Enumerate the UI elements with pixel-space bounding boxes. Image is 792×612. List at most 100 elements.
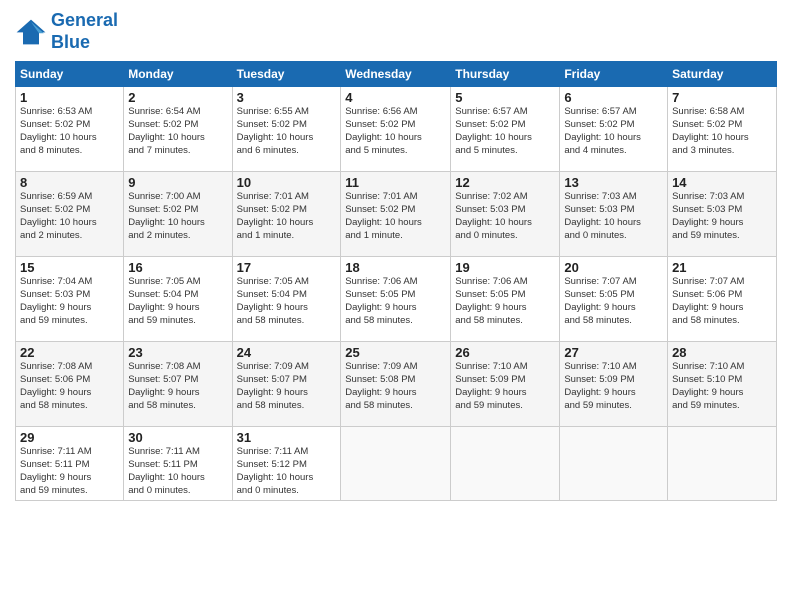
day-info: Sunrise: 7:02 AM Sunset: 5:03 PM Dayligh… [455,191,555,242]
day-number: 30 [128,430,227,445]
day-cell: 23Sunrise: 7:08 AM Sunset: 5:07 PM Dayli… [124,342,232,427]
weekday-saturday: Saturday [668,62,777,87]
day-info: Sunrise: 6:54 AM Sunset: 5:02 PM Dayligh… [128,106,227,157]
day-cell: 4Sunrise: 6:56 AM Sunset: 5:02 PM Daylig… [341,87,451,172]
day-info: Sunrise: 7:06 AM Sunset: 5:05 PM Dayligh… [345,276,446,327]
day-cell: 12Sunrise: 7:02 AM Sunset: 5:03 PM Dayli… [451,172,560,257]
day-number: 18 [345,260,446,275]
day-cell: 15Sunrise: 7:04 AM Sunset: 5:03 PM Dayli… [16,257,124,342]
day-cell: 22Sunrise: 7:08 AM Sunset: 5:06 PM Dayli… [16,342,124,427]
day-info: Sunrise: 6:53 AM Sunset: 5:02 PM Dayligh… [20,106,119,157]
day-number: 4 [345,90,446,105]
day-number: 3 [237,90,337,105]
weekday-friday: Friday [560,62,668,87]
weekday-thursday: Thursday [451,62,560,87]
day-number: 31 [237,430,337,445]
day-number: 25 [345,345,446,360]
day-info: Sunrise: 7:07 AM Sunset: 5:06 PM Dayligh… [672,276,772,327]
day-cell: 14Sunrise: 7:03 AM Sunset: 5:03 PM Dayli… [668,172,777,257]
day-info: Sunrise: 6:59 AM Sunset: 5:02 PM Dayligh… [20,191,119,242]
day-number: 5 [455,90,555,105]
day-info: Sunrise: 7:10 AM Sunset: 5:09 PM Dayligh… [455,361,555,412]
day-cell [668,427,777,501]
logo-blue: Blue [51,32,90,52]
day-number: 26 [455,345,555,360]
logo-icon [15,18,47,46]
day-info: Sunrise: 7:11 AM Sunset: 5:11 PM Dayligh… [20,446,119,497]
day-number: 27 [564,345,663,360]
day-info: Sunrise: 7:08 AM Sunset: 5:06 PM Dayligh… [20,361,119,412]
day-cell: 8Sunrise: 6:59 AM Sunset: 5:02 PM Daylig… [16,172,124,257]
day-info: Sunrise: 6:57 AM Sunset: 5:02 PM Dayligh… [455,106,555,157]
day-number: 6 [564,90,663,105]
day-cell: 24Sunrise: 7:09 AM Sunset: 5:07 PM Dayli… [232,342,341,427]
calendar-table: SundayMondayTuesdayWednesdayThursdayFrid… [15,61,777,501]
day-number: 19 [455,260,555,275]
weekday-monday: Monday [124,62,232,87]
day-number: 1 [20,90,119,105]
day-info: Sunrise: 7:05 AM Sunset: 5:04 PM Dayligh… [128,276,227,327]
day-info: Sunrise: 7:09 AM Sunset: 5:08 PM Dayligh… [345,361,446,412]
day-cell: 28Sunrise: 7:10 AM Sunset: 5:10 PM Dayli… [668,342,777,427]
day-info: Sunrise: 6:58 AM Sunset: 5:02 PM Dayligh… [672,106,772,157]
day-info: Sunrise: 7:11 AM Sunset: 5:12 PM Dayligh… [237,446,337,497]
day-number: 12 [455,175,555,190]
day-number: 28 [672,345,772,360]
day-number: 29 [20,430,119,445]
day-info: Sunrise: 7:05 AM Sunset: 5:04 PM Dayligh… [237,276,337,327]
week-row-5: 29Sunrise: 7:11 AM Sunset: 5:11 PM Dayli… [16,427,777,501]
day-number: 9 [128,175,227,190]
day-info: Sunrise: 7:09 AM Sunset: 5:07 PM Dayligh… [237,361,337,412]
day-cell: 10Sunrise: 7:01 AM Sunset: 5:02 PM Dayli… [232,172,341,257]
day-info: Sunrise: 7:06 AM Sunset: 5:05 PM Dayligh… [455,276,555,327]
day-cell: 27Sunrise: 7:10 AM Sunset: 5:09 PM Dayli… [560,342,668,427]
week-row-4: 22Sunrise: 7:08 AM Sunset: 5:06 PM Dayli… [16,342,777,427]
week-row-2: 8Sunrise: 6:59 AM Sunset: 5:02 PM Daylig… [16,172,777,257]
day-number: 22 [20,345,119,360]
day-info: Sunrise: 7:10 AM Sunset: 5:09 PM Dayligh… [564,361,663,412]
day-info: Sunrise: 7:01 AM Sunset: 5:02 PM Dayligh… [345,191,446,242]
day-info: Sunrise: 6:55 AM Sunset: 5:02 PM Dayligh… [237,106,337,157]
day-number: 20 [564,260,663,275]
day-cell: 20Sunrise: 7:07 AM Sunset: 5:05 PM Dayli… [560,257,668,342]
day-cell: 9Sunrise: 7:00 AM Sunset: 5:02 PM Daylig… [124,172,232,257]
day-info: Sunrise: 7:07 AM Sunset: 5:05 PM Dayligh… [564,276,663,327]
day-number: 24 [237,345,337,360]
day-info: Sunrise: 7:11 AM Sunset: 5:11 PM Dayligh… [128,446,227,497]
day-number: 8 [20,175,119,190]
day-info: Sunrise: 7:01 AM Sunset: 5:02 PM Dayligh… [237,191,337,242]
weekday-tuesday: Tuesday [232,62,341,87]
day-info: Sunrise: 7:04 AM Sunset: 5:03 PM Dayligh… [20,276,119,327]
day-cell [451,427,560,501]
day-cell: 11Sunrise: 7:01 AM Sunset: 5:02 PM Dayli… [341,172,451,257]
day-cell: 1Sunrise: 6:53 AM Sunset: 5:02 PM Daylig… [16,87,124,172]
day-number: 11 [345,175,446,190]
day-cell: 13Sunrise: 7:03 AM Sunset: 5:03 PM Dayli… [560,172,668,257]
day-info: Sunrise: 7:08 AM Sunset: 5:07 PM Dayligh… [128,361,227,412]
day-number: 14 [672,175,772,190]
day-number: 16 [128,260,227,275]
day-cell [341,427,451,501]
day-info: Sunrise: 6:57 AM Sunset: 5:02 PM Dayligh… [564,106,663,157]
day-info: Sunrise: 7:03 AM Sunset: 5:03 PM Dayligh… [672,191,772,242]
week-row-3: 15Sunrise: 7:04 AM Sunset: 5:03 PM Dayli… [16,257,777,342]
day-cell: 30Sunrise: 7:11 AM Sunset: 5:11 PM Dayli… [124,427,232,501]
day-info: Sunrise: 7:10 AM Sunset: 5:10 PM Dayligh… [672,361,772,412]
weekday-header-row: SundayMondayTuesdayWednesdayThursdayFrid… [16,62,777,87]
day-cell: 25Sunrise: 7:09 AM Sunset: 5:08 PM Dayli… [341,342,451,427]
logo-text: General Blue [51,10,118,53]
day-cell: 2Sunrise: 6:54 AM Sunset: 5:02 PM Daylig… [124,87,232,172]
main-container: General Blue SundayMondayTuesdayWednesda… [0,0,792,511]
day-number: 7 [672,90,772,105]
weekday-sunday: Sunday [16,62,124,87]
day-number: 17 [237,260,337,275]
day-cell: 7Sunrise: 6:58 AM Sunset: 5:02 PM Daylig… [668,87,777,172]
day-cell: 6Sunrise: 6:57 AM Sunset: 5:02 PM Daylig… [560,87,668,172]
day-cell: 16Sunrise: 7:05 AM Sunset: 5:04 PM Dayli… [124,257,232,342]
day-info: Sunrise: 6:56 AM Sunset: 5:02 PM Dayligh… [345,106,446,157]
header: General Blue [15,10,777,53]
day-cell: 29Sunrise: 7:11 AM Sunset: 5:11 PM Dayli… [16,427,124,501]
day-cell: 17Sunrise: 7:05 AM Sunset: 5:04 PM Dayli… [232,257,341,342]
day-cell: 3Sunrise: 6:55 AM Sunset: 5:02 PM Daylig… [232,87,341,172]
day-number: 13 [564,175,663,190]
